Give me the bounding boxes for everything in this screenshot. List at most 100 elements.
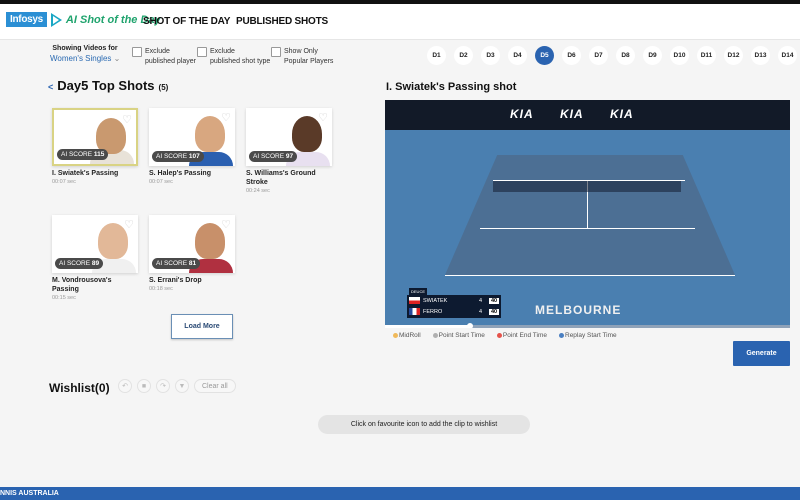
tab-published-shots[interactable]: PUBLISHED SHOTS — [236, 16, 328, 27]
filter-icon[interactable]: ▼ — [175, 379, 189, 393]
player-games: 4 — [478, 308, 482, 315]
infosys-logo: Infosys — [6, 12, 47, 27]
ai-score-badge: AI SCORE 89 — [55, 258, 104, 269]
ai-score-label: AI SCORE — [61, 151, 93, 158]
showing-label: Showing Videos for — [52, 45, 118, 52]
checkbox-label: Exclude — [210, 48, 235, 55]
ai-score-value: 81 — [188, 260, 197, 267]
day-button-d14[interactable]: D14 — [778, 46, 797, 65]
shot-thumbnail[interactable]: ♡ AI SCORE 89 — [52, 215, 138, 273]
shot-card[interactable]: ♡ AI SCORE 115 I. Swiatek's Passing 00:0… — [52, 108, 138, 185]
shot-name: S. Errani's Drop — [149, 277, 202, 284]
generate-button[interactable]: Generate — [733, 341, 790, 366]
video-title: I. Swiatek's Passing shot — [386, 81, 517, 93]
scoreboard-status: DEUCE — [409, 288, 428, 295]
ai-score-label: AI SCORE — [156, 153, 188, 160]
poland-flag-icon — [409, 297, 420, 304]
ai-score-label: AI SCORE — [156, 260, 188, 267]
day-button-d10[interactable]: D10 — [670, 46, 689, 65]
shot-thumbnail[interactable]: ♡ AI SCORE 115 — [52, 108, 138, 166]
court-service-line — [480, 228, 695, 229]
category-selector[interactable]: Showing Videos for Women's Singles ⌄ — [50, 45, 120, 63]
legend-label: Replay Start Time — [565, 332, 617, 339]
exclude-published-shot-type-checkbox[interactable]: Exclude published shot type — [197, 47, 270, 67]
favourite-heart-icon[interactable]: ♡ — [124, 218, 134, 231]
chevron-down-icon: ⌄ — [113, 54, 121, 63]
shot-thumbnail[interactable]: ♡ AI SCORE 107 — [149, 108, 235, 166]
back-chevron-icon[interactable]: < — [48, 82, 53, 92]
tennis-net — [493, 180, 681, 192]
show-only-popular-players-checkbox[interactable]: Show Only Popular Players — [271, 47, 333, 67]
wishlist-toolbar: ↶ ■ ↷ ▼ Clear all — [118, 379, 236, 393]
app-header: Infosys AI Shot of the Day SHOT OF THE D… — [0, 4, 800, 45]
player-points: 40 — [489, 308, 499, 315]
favourite-heart-icon[interactable]: ♡ — [221, 218, 231, 231]
tab-shot-of-the-day[interactable]: SHOT OF THE DAY — [139, 16, 234, 45]
player-name: SWIATEK — [423, 297, 448, 304]
redo-icon[interactable]: ↷ — [156, 379, 170, 393]
exclude-published-player-checkbox[interactable]: Exclude published player — [132, 47, 196, 67]
day-button-d5[interactable]: D5 — [535, 46, 554, 65]
shot-card[interactable]: ♡ AI SCORE 107 S. Halep's Passing 00:07 … — [149, 108, 235, 185]
legend-label: Point Start Time — [438, 332, 485, 339]
wishlist-hint: Click on favourite icon to add the clip … — [318, 415, 530, 434]
day-button-d2[interactable]: D2 — [454, 46, 473, 65]
shot-count: (5) — [158, 83, 169, 92]
footer-bar: NNIS AUSTRALIA — [0, 487, 800, 500]
legend-label: MidRoll — [399, 332, 421, 339]
ai-score-badge: AI SCORE 115 — [57, 149, 109, 160]
favourite-heart-icon[interactable]: ♡ — [122, 113, 132, 126]
shot-thumbnail[interactable]: ♡ AI SCORE 97 — [246, 108, 332, 166]
day-button-d4[interactable]: D4 — [508, 46, 527, 65]
day-button-d9[interactable]: D9 — [643, 46, 662, 65]
checkbox-box[interactable] — [197, 47, 207, 57]
delete-icon[interactable]: ■ — [137, 379, 151, 393]
favourite-heart-icon[interactable]: ♡ — [318, 111, 328, 124]
scoreboard-row: FERRO 4 40 — [407, 306, 501, 317]
legend-label: Point End Time — [502, 332, 547, 339]
shots-section-title: < Day5 Top Shots (5) — [48, 78, 168, 93]
checkbox-box[interactable] — [132, 47, 142, 57]
day-button-d13[interactable]: D13 — [751, 46, 770, 65]
clear-all-button[interactable]: Clear all — [194, 379, 236, 393]
shot-duration: 00:15 sec — [52, 295, 76, 301]
shot-card[interactable]: ♡ AI SCORE 89 M. Vondrousova's Passing 0… — [52, 215, 138, 301]
app-logo[interactable]: Infosys AI Shot of the Day — [6, 12, 161, 27]
video-player[interactable]: KIA KIA KIA DEUCE SWIATEK 4 40 FERRO 4 4… — [385, 100, 790, 328]
legend-item: MidRoll — [393, 332, 421, 339]
court-baseline-near — [445, 275, 735, 276]
day-button-d11[interactable]: D11 — [697, 46, 716, 65]
video-progress-bar[interactable] — [385, 323, 790, 328]
day-button-d8[interactable]: D8 — [616, 46, 635, 65]
section-title-text: Day5 Top Shots — [57, 78, 155, 93]
shot-thumbnail[interactable]: ♡ AI SCORE 81 — [149, 215, 235, 273]
sponsor-logo: KIA — [560, 107, 584, 121]
day-button-d7[interactable]: D7 — [589, 46, 608, 65]
day-button-d12[interactable]: D12 — [724, 46, 743, 65]
ai-score-label: AI SCORE — [253, 153, 285, 160]
checkbox-label: Popular Players — [284, 58, 334, 65]
checkbox-box[interactable] — [271, 47, 281, 57]
player-points: 40 — [489, 297, 499, 304]
legend-item: Point Start Time — [432, 332, 485, 339]
ai-score-value: 97 — [285, 153, 294, 160]
shot-duration: 00:18 sec — [149, 286, 173, 292]
undo-icon[interactable]: ↶ — [118, 379, 132, 393]
day-button-d6[interactable]: D6 — [562, 46, 581, 65]
shot-card[interactable]: ♡ AI SCORE 97 S. Williams's Ground Strok… — [246, 108, 332, 194]
shot-name: M. Vondrousova's Passing — [52, 277, 112, 293]
day-button-d1[interactable]: D1 — [427, 46, 446, 65]
day-button-d3[interactable]: D3 — [481, 46, 500, 65]
scoreboard-row: SWIATEK 4 40 — [407, 295, 501, 306]
progress-handle[interactable] — [467, 323, 474, 328]
progress-fill — [385, 325, 471, 328]
favourite-heart-icon[interactable]: ♡ — [221, 111, 231, 124]
checkbox-label: Exclude — [145, 48, 170, 55]
ai-score-badge: AI SCORE 81 — [152, 258, 201, 269]
legend-dot-icon — [496, 332, 502, 338]
shot-card[interactable]: ♡ AI SCORE 81 S. Errani's Drop 00:18 sec — [149, 215, 235, 292]
legend-dot-icon — [393, 332, 398, 338]
day-selector: D1 D2 D3 D4 D5 D6 D7 D8 D9 D10 D11 D12 D13 D14 — [427, 46, 797, 65]
checkbox-label: Show Only — [284, 48, 318, 55]
load-more-button[interactable]: Load More — [171, 314, 233, 339]
